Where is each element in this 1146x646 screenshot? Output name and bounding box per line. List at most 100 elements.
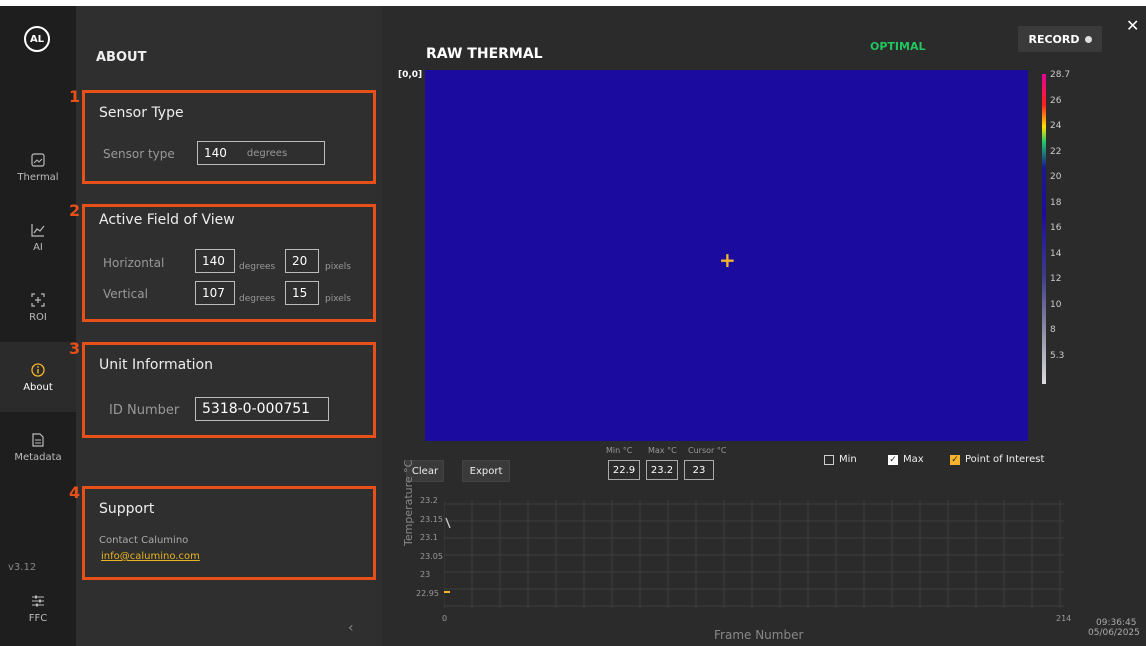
colorbar-tick: 18 <box>1050 197 1062 208</box>
nav-item-ai[interactable]: AI <box>0 202 76 272</box>
y-axis-tick: 23.15 <box>420 514 443 524</box>
y-axis-tick: 23.1 <box>420 533 438 542</box>
id-number-label: ID Number <box>109 403 180 418</box>
section-title: Active Field of View <box>99 212 235 228</box>
checkbox-checked-icon: ✓ <box>950 454 960 465</box>
colorbar-tick: 26 <box>1050 95 1062 106</box>
sensor-type-label: Sensor type <box>103 147 175 161</box>
origin-coordinate: [0,0] <box>398 70 423 80</box>
max-temp-value: 23.2 <box>646 460 678 480</box>
support-email-link[interactable]: info@calumino.com <box>101 551 200 562</box>
section-title: Sensor Type <box>99 105 184 121</box>
sensor-type-unit: degrees <box>246 147 288 159</box>
colorbar-tick: 20 <box>1050 172 1062 182</box>
horizontal-pixels-field[interactable]: 20 <box>285 249 319 273</box>
poi-checkbox-label: Point of Interest <box>965 454 1045 465</box>
nav-item-about[interactable]: About <box>0 342 76 412</box>
field-of-view-section: 2 Active Field of View Horizontal 140 de… <box>69 201 376 322</box>
record-label: RECORD <box>1028 32 1080 46</box>
max-checkbox[interactable]: ✓ Max <box>888 454 924 465</box>
x-axis-title: Frame Number <box>714 628 804 642</box>
calumino-logo: AL <box>24 26 50 52</box>
temperature-series-line <box>445 517 451 529</box>
colorbar-tick: 8 <box>1050 325 1056 335</box>
nav-item-thermal[interactable]: Thermal <box>0 132 76 202</box>
record-button[interactable]: RECORD <box>1018 26 1102 52</box>
vertical-pixels-field[interactable]: 15 <box>285 281 319 305</box>
horizontal-pixels-unit: pixels <box>325 262 351 272</box>
nav-item-metadata[interactable]: Metadata <box>0 412 76 482</box>
chart-line-icon <box>30 222 46 238</box>
min-temp-value: 22.9 <box>608 460 640 480</box>
export-button[interactable]: Export <box>462 460 510 482</box>
y-axis-tick: 22.95 <box>416 588 439 598</box>
about-panel: ABOUT 1 Sensor Type Sensor type 140 degr… <box>69 6 382 646</box>
section-number: 4 <box>69 483 81 502</box>
nav-label-ai: AI <box>33 241 43 253</box>
temperature-colorbar <box>1042 74 1046 384</box>
y-axis-tick: 23.2 <box>420 496 438 505</box>
chevron-left-icon[interactable]: ‹ <box>348 620 354 636</box>
section-number: 1 <box>69 87 81 106</box>
ffc-label: FFC <box>28 612 48 624</box>
sensor-type-field[interactable]: 140 degrees <box>197 141 325 165</box>
min-checkbox[interactable]: Min <box>824 454 857 465</box>
sensor-type-section: 1 Sensor Type Sensor type 140 degrees <box>69 87 376 184</box>
panel-title: RAW THERMAL <box>426 46 543 62</box>
status-badge: OPTIMAL <box>870 40 926 53</box>
checkbox-checked-icon: ✓ <box>888 454 898 465</box>
support-section: 4 Support Contact Calumino info@calumino… <box>69 483 376 580</box>
thermal-image[interactable]: + <box>425 70 1028 441</box>
record-dot-icon <box>1084 35 1092 43</box>
nav-label-thermal: Thermal <box>17 171 59 183</box>
vertical-degrees-field[interactable]: 107 <box>195 281 235 305</box>
version-label: v3.12 <box>8 562 37 573</box>
colorbar-tick: 10 <box>1050 299 1062 310</box>
colorbar-tick: 14 <box>1050 248 1062 259</box>
section-number: 3 <box>69 339 81 358</box>
colorbar-tick: 24 <box>1050 121 1062 131</box>
colorbar-tick: 16 <box>1050 223 1062 233</box>
horizontal-degrees-field[interactable]: 140 <box>195 249 235 273</box>
nav-rail: AL Thermal AI ROI About Metadata v3.12 F… <box>0 6 76 646</box>
section-title: Unit Information <box>99 357 213 373</box>
vertical-label: Vertical <box>103 287 148 301</box>
cursor-temp-label: Cursor °C <box>688 446 727 455</box>
support-contact-text: Contact Calumino <box>99 535 189 546</box>
section-number: 2 <box>69 201 81 220</box>
point-of-interest-icon: + <box>719 248 736 272</box>
nav-label-about: About <box>23 381 53 393</box>
colorbar-tick: 22 <box>1050 146 1062 157</box>
nav-label-roi: ROI <box>29 311 47 323</box>
checkbox-unchecked-icon <box>824 454 834 465</box>
y-axis-tick: 23 <box>420 570 431 579</box>
cursor-temp-value: 23 <box>684 460 714 480</box>
horizontal-label: Horizontal <box>103 256 165 270</box>
vertical-degrees-unit: degrees <box>239 294 276 304</box>
x-axis-min: 0 <box>442 614 448 623</box>
id-number-field[interactable]: 5318-0-000751 <box>195 397 329 421</box>
vertical-pixels-unit: pixels <box>325 294 351 304</box>
sliders-icon <box>30 593 46 609</box>
section-title: Support <box>99 501 155 517</box>
ffc-button[interactable]: FFC <box>0 578 76 638</box>
colorbar-tick: 5.3 <box>1050 350 1065 361</box>
app-window: AL Thermal AI ROI About Metadata v3.12 F… <box>0 0 1146 646</box>
roi-icon <box>30 292 46 308</box>
raw-thermal-panel: RAW THERMAL OPTIMAL RECORD ✕ [0,0] + 28.… <box>382 6 1146 646</box>
horizontal-degrees-unit: degrees <box>239 262 276 272</box>
y-axis-tick: 23.05 <box>420 551 443 561</box>
colorbar-tick: 12 <box>1050 274 1062 284</box>
y-axis-title: Temperature °C <box>402 459 415 546</box>
max-checkbox-label: Max <box>903 454 924 465</box>
about-title: ABOUT <box>96 50 147 65</box>
min-temp-label: Min °C <box>606 446 633 455</box>
close-icon[interactable]: ✕ <box>1126 16 1139 35</box>
poi-checkbox[interactable]: ✓ Point of Interest <box>950 454 1044 465</box>
colorbar-tick: 28.7 <box>1050 70 1071 80</box>
nav-item-roi[interactable]: ROI <box>0 272 76 342</box>
clock-date: 05/06/2025 <box>1088 628 1140 638</box>
image-icon <box>30 152 46 168</box>
x-axis-max: 214 <box>1056 614 1072 623</box>
info-icon <box>30 362 46 378</box>
